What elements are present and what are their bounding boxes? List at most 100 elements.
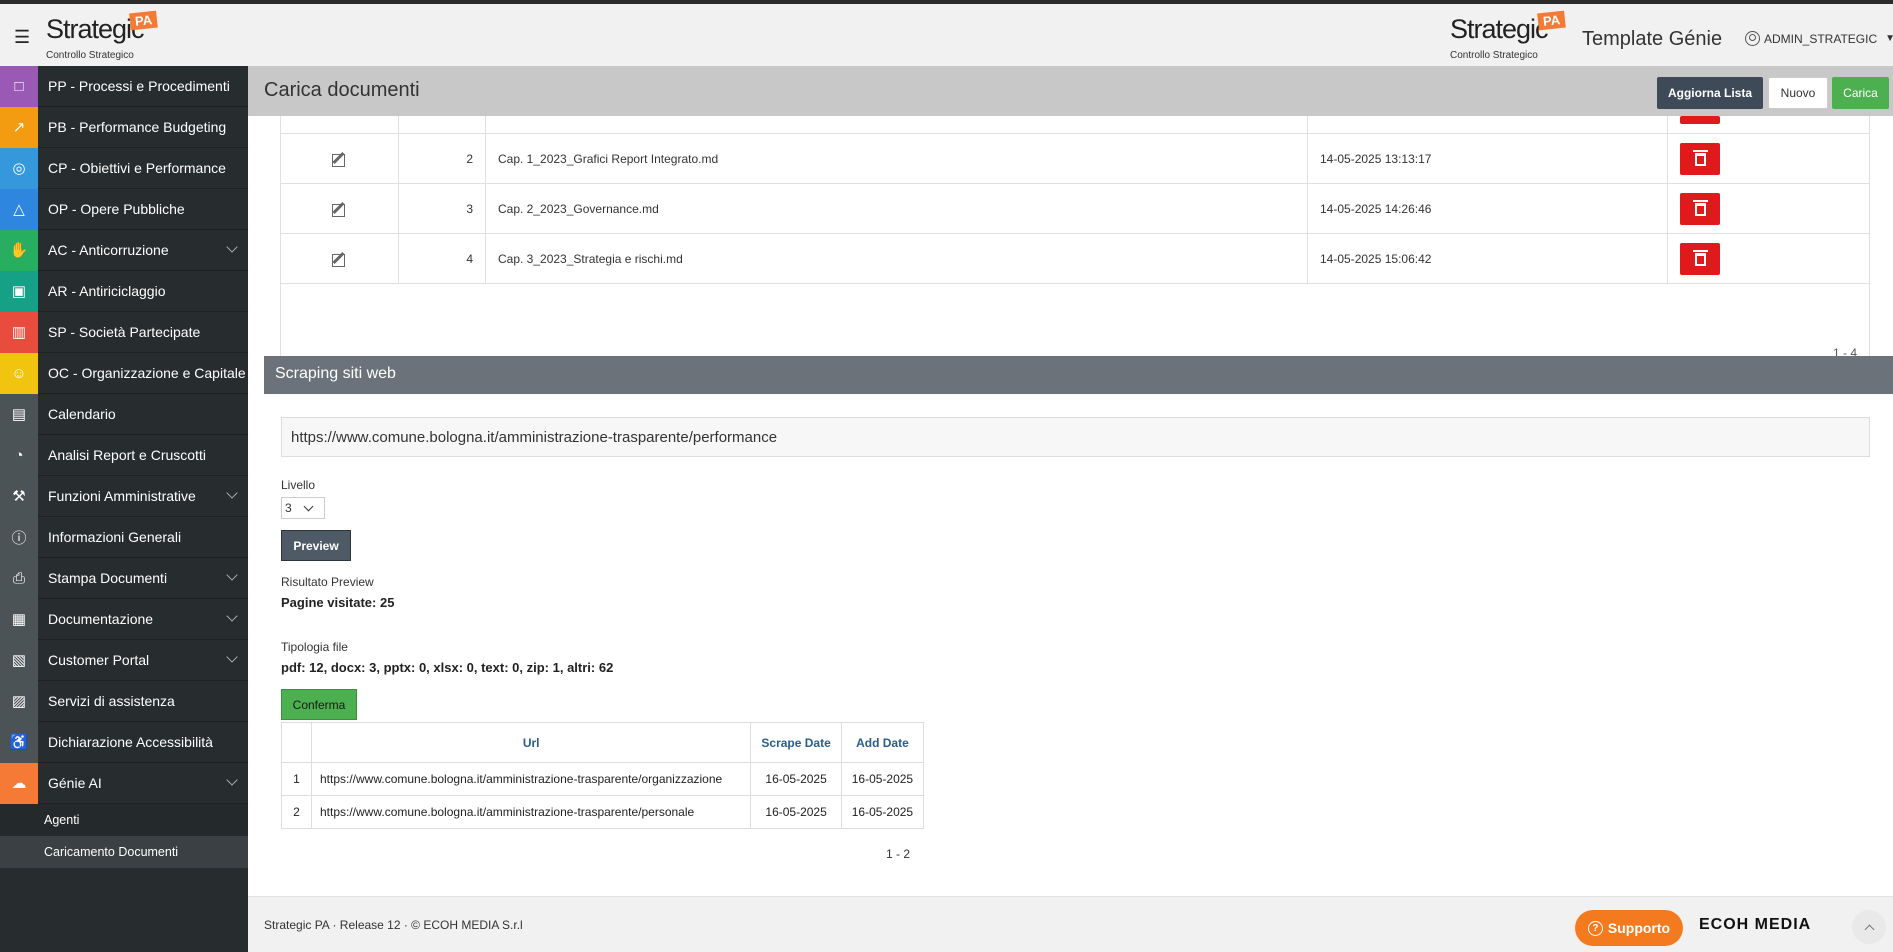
info-icon: ⓘ: [0, 516, 38, 558]
delete-button[interactable]: [1680, 143, 1720, 175]
scrape-url-input[interactable]: [281, 417, 1870, 457]
sidebar-item-1[interactable]: ↗ PB - Performance Budgeting: [0, 106, 248, 148]
sidebar-item-label: AR - Antiriciclaggio: [48, 283, 166, 299]
chevron-down-icon: [226, 569, 238, 581]
row-number: 4: [399, 234, 486, 284]
user-circle-icon: [1745, 31, 1760, 46]
refresh-list-button[interactable]: Aggiorna Lista: [1657, 77, 1763, 109]
chevron-down-icon: [226, 610, 238, 622]
sidebar-item-label: Informazioni Generali: [48, 529, 182, 545]
sidebar-item-label: Génie AI: [48, 775, 102, 791]
sidebar-item-13[interactable]: ▦ Documentazione: [0, 598, 248, 640]
sidebar-item-0[interactable]: □ PP - Processi e Procedimenti: [0, 65, 248, 107]
column-header-scrape-date[interactable]: Scrape Date: [750, 722, 842, 763]
sidebar-item-15[interactable]: ▨ Servizi di assistenza: [0, 680, 248, 722]
sidebar-item-17[interactable]: ☁ Génie AI: [0, 762, 248, 804]
sidebar-item-label: Stampa Documenti: [48, 570, 168, 586]
file-type-label: Tipologia file: [281, 640, 348, 654]
printer-icon: ⎙: [0, 557, 38, 599]
edit-icon[interactable]: [331, 251, 348, 267]
portal-icon: ▧: [0, 639, 38, 681]
footer-copyright: Strategic PA · Release 12 · © ECOH MEDIA…: [264, 918, 523, 932]
sidebar-item-label: PB - Performance Budgeting: [48, 119, 227, 135]
sidebar-item-12[interactable]: ⎙ Stampa Documenti: [0, 557, 248, 599]
money-icon: ▣: [0, 270, 38, 312]
preview-button[interactable]: Preview: [281, 530, 351, 561]
trash-icon: [1692, 199, 1708, 216]
table-row: 3 Cap. 2_2023_Governance.md 14-05-2025 14:…: [281, 184, 1869, 234]
row-add-date: 16-05-2025: [840, 762, 925, 796]
cloud-icon: ☁: [0, 762, 38, 804]
document-name: Cap. 1_2023_Grafici Report Integrato.md: [486, 134, 1308, 184]
user-name: ADMIN_STRATEGIC: [1764, 31, 1878, 46]
delete-button[interactable]: [1680, 116, 1720, 124]
edit-icon[interactable]: [331, 151, 348, 167]
calendar-icon: ▤: [0, 393, 38, 435]
sidebar-item-16[interactable]: ♿ Dichiarazione Accessibilità: [0, 721, 248, 763]
row-scrape-date: 16-05-2025: [750, 762, 842, 796]
pages-visited-text: Pagine visitate: 25: [281, 595, 395, 610]
sidebar-item-2[interactable]: ◎ CP - Obiettivi e Performance: [0, 147, 248, 189]
accessibility-icon: ♿: [0, 721, 38, 763]
ecoh-media-logo: ECOH MEDIA: [1699, 916, 1812, 933]
sidebar-subitem-0[interactable]: Agenti: [0, 804, 248, 836]
upload-button[interactable]: Carica: [1832, 77, 1889, 109]
sidebar-item-label: Calendario: [48, 406, 116, 422]
result-preview-label: Risultato Preview: [281, 575, 374, 589]
page-header: Carica documenti Aggiorna Lista Nuovo Ca…: [248, 66, 1893, 116]
scroll-to-top-button[interactable]: [1852, 910, 1886, 944]
trash-icon: [1692, 249, 1708, 266]
level-label: Livello: [281, 478, 316, 492]
footer: Strategic PA · Release 12 · © ECOH MEDIA…: [248, 896, 1893, 952]
new-button[interactable]: Nuovo: [1768, 77, 1828, 109]
strategic-pa-logo-right: Strategic PA Controllo Strategico: [1450, 10, 1566, 61]
sidebar-subitem-1[interactable]: Caricamento Documenti: [0, 836, 248, 868]
table-row: 1 https://www.comune.bologna.it/amministr…: [281, 762, 925, 796]
strategic-pa-logo[interactable]: Strategic PA Controllo Strategico: [46, 10, 158, 61]
sidebar-item-7[interactable]: ☺ OC - Organizzazione e Capitale: [0, 352, 248, 394]
pie-chart-icon: ◔: [0, 434, 38, 476]
delete-button[interactable]: [1680, 243, 1720, 275]
hamburger-menu-icon[interactable]: ☰: [14, 27, 30, 48]
edit-icon[interactable]: [331, 201, 348, 217]
table-row: 2 Cap. 1_2023_Grafici Report Integrato.md…: [281, 134, 1869, 184]
row-add-date: 16-05-2025: [840, 795, 925, 829]
chevron-down-icon: [226, 487, 238, 499]
user-menu[interactable]: ADMIN_STRATEGIC ▼: [1745, 31, 1893, 46]
support-button[interactable]: ? Supporto: [1575, 910, 1683, 946]
column-header-url[interactable]: Url: [310, 722, 752, 763]
sidebar-item-3[interactable]: △ OP - Opere Pubbliche: [0, 188, 248, 230]
target-icon: ◎: [0, 147, 38, 189]
row-number: 3: [399, 184, 486, 234]
chevron-up-icon: [1864, 924, 1874, 934]
sidebar-item-14[interactable]: ▧ Customer Portal: [0, 639, 248, 681]
row-scrape-date: 16-05-2025: [750, 795, 842, 829]
sidebar-item-label: Analisi Report e Cruscotti: [48, 447, 206, 463]
level-select[interactable]: 3: [281, 497, 325, 519]
sidebar-item-5[interactable]: ▣ AR - Antiriciclaggio: [0, 270, 248, 312]
sidebar-item-label: SP - Società Partecipate: [48, 324, 201, 340]
table-row: 4 Cap. 3_2023_Strategia e rischi.md 14-05-…: [281, 234, 1869, 284]
sidebar-item-4[interactable]: ✋ AC - Anticorruzione: [0, 229, 248, 271]
ticket-icon: ▨: [0, 680, 38, 722]
sidebar-item-9[interactable]: ◔ Analisi Report e Cruscotti: [0, 434, 248, 476]
sidebar-item-6[interactable]: ▥ SP - Società Partecipate: [0, 311, 248, 353]
confirm-button[interactable]: Conferma: [281, 689, 357, 720]
sidebar-item-label: Dichiarazione Accessibilità: [48, 734, 213, 750]
sidebar-item-11[interactable]: ⓘ Informazioni Generali: [0, 516, 248, 558]
sidebar-item-8[interactable]: ▤ Calendario: [0, 393, 248, 435]
chevron-down-icon: [226, 651, 238, 663]
chevron-down-icon: [226, 774, 238, 786]
chart-line-icon: ↗: [0, 106, 38, 148]
column-header-add-date[interactable]: Add Date: [840, 722, 925, 763]
road-icon: △: [0, 188, 38, 230]
sidebar-item-10[interactable]: ⚒ Funzioni Amministrative: [0, 475, 248, 517]
row-url: https://www.comune.bologna.it/amministra…: [310, 795, 752, 829]
book-icon: □: [0, 65, 38, 107]
delete-button[interactable]: [1680, 193, 1720, 225]
template-title: Template Génie: [1582, 28, 1723, 50]
row-number: 2: [399, 134, 486, 184]
chevron-down-icon: [226, 241, 238, 253]
document-date: 14-05-2025 15:06:42: [1308, 234, 1668, 284]
sidebar-item-label: AC - Anticorruzione: [48, 242, 169, 258]
